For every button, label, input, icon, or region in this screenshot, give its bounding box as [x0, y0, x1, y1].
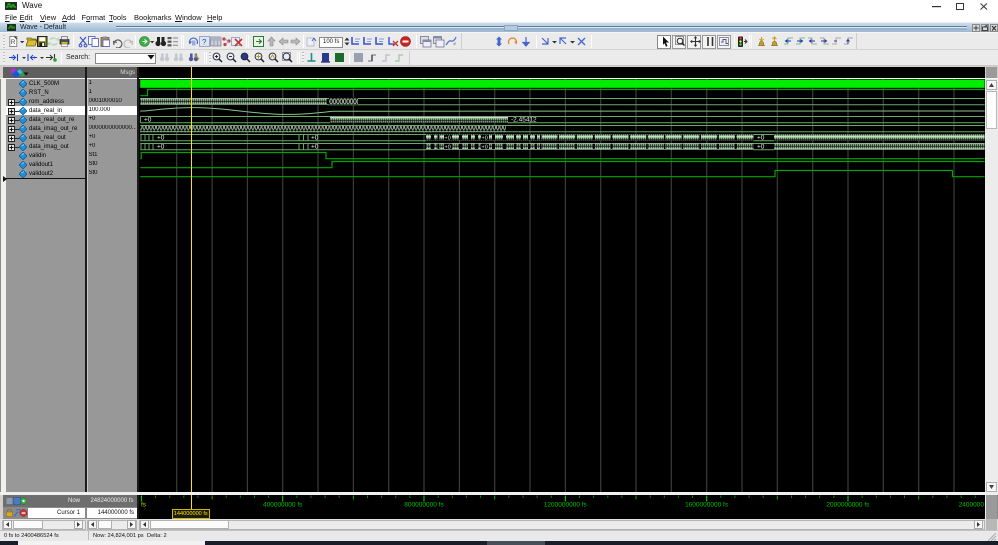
svg-text:+0: +0: [757, 144, 765, 151]
svg-text:1200000000 fs: 1200000000 fs: [544, 502, 588, 509]
svg-text:+0: +0: [311, 144, 319, 151]
svg-text:400000000 fs: 400000000 fs: [263, 502, 303, 509]
svg-text:+0: +0: [157, 144, 165, 151]
svg-text:+0: +0: [445, 145, 451, 151]
svg-text:+0: +0: [311, 135, 319, 142]
svg-text:+0: +0: [445, 136, 451, 142]
svg-text:+0: +0: [757, 135, 765, 142]
svg-text:+0: +0: [482, 136, 488, 142]
svg-text:+0: +0: [144, 117, 152, 124]
svg-text:2400000: 2400000: [959, 502, 985, 509]
svg-text:R: R: [11, 39, 16, 46]
svg-text:2000000000 fs: 2000000000 fs: [826, 502, 870, 509]
svg-text:800000000 fs: 800000000 fs: [404, 502, 444, 509]
svg-text:?: ?: [202, 38, 207, 47]
svg-text:1600000000 fs: 1600000000 fs: [685, 502, 729, 509]
svg-text:+0: +0: [482, 145, 488, 151]
svg-text:fs: fs: [141, 502, 147, 509]
svg-text:-2.45412: -2.45412: [511, 117, 537, 124]
svg-text:+0: +0: [157, 135, 165, 142]
